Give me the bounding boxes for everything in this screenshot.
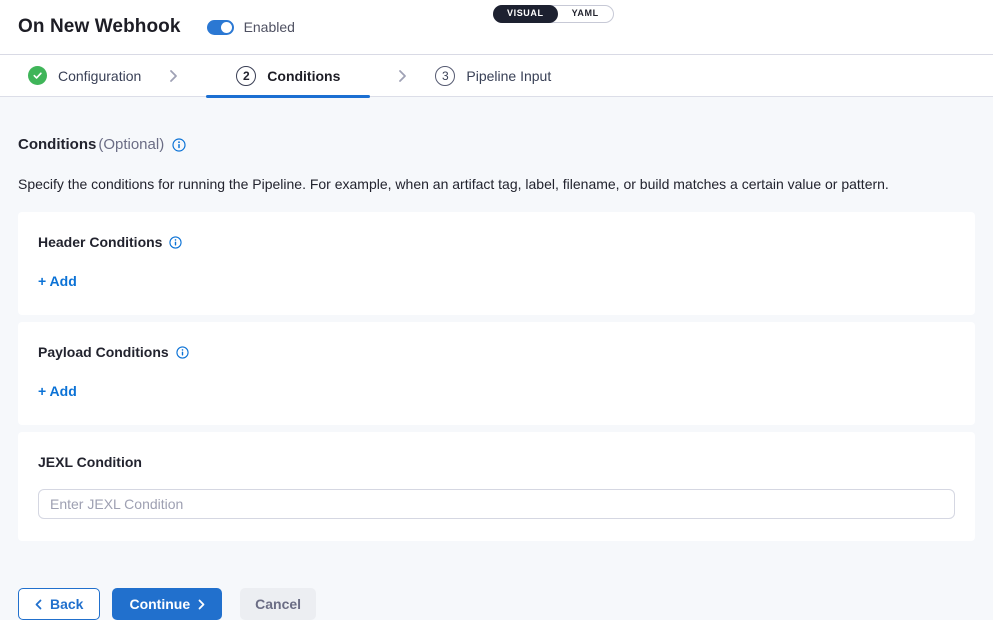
toggle-knob bbox=[221, 22, 232, 33]
enabled-toggle[interactable] bbox=[207, 20, 234, 35]
info-icon[interactable] bbox=[169, 236, 182, 249]
chevron-right-icon bbox=[198, 599, 205, 610]
chevron-right-icon bbox=[398, 69, 407, 83]
payload-conditions-card: Payload Conditions + Add bbox=[18, 322, 975, 425]
conditions-description: Specify the conditions for running the P… bbox=[18, 176, 975, 192]
tab-configuration-label: Configuration bbox=[58, 68, 141, 84]
info-icon[interactable] bbox=[176, 346, 189, 359]
step-2-number: 2 bbox=[236, 66, 256, 86]
tab-configuration[interactable]: Configuration bbox=[28, 55, 141, 97]
check-circle-icon bbox=[28, 66, 47, 85]
tab-pipeline-input[interactable]: 3 Pipeline Input bbox=[435, 55, 551, 97]
tab-conditions[interactable]: 2 Conditions bbox=[206, 55, 370, 97]
payload-conditions-add-button[interactable]: + Add bbox=[38, 383, 77, 399]
page-header: On New Webhook Enabled VISUAL YAML bbox=[0, 0, 993, 55]
enabled-toggle-group: Enabled bbox=[207, 19, 295, 35]
header-conditions-add-button[interactable]: + Add bbox=[38, 273, 77, 289]
visual-tab[interactable]: VISUAL bbox=[493, 5, 558, 23]
yaml-tab[interactable]: YAML bbox=[558, 5, 613, 23]
visual-yaml-toggle: VISUAL YAML bbox=[493, 5, 614, 23]
conditions-heading-title: Conditions bbox=[18, 136, 96, 153]
header-conditions-title: Header Conditions bbox=[38, 234, 162, 250]
back-button-label: Back bbox=[50, 596, 83, 612]
conditions-panel: Conditions (Optional) Specify the condit… bbox=[0, 97, 993, 620]
enabled-label: Enabled bbox=[244, 19, 295, 35]
continue-button[interactable]: Continue bbox=[112, 588, 222, 620]
cancel-button-label: Cancel bbox=[255, 596, 301, 612]
conditions-heading: Conditions (Optional) bbox=[18, 136, 975, 153]
page-title: On New Webhook bbox=[18, 16, 181, 38]
header-conditions-title-row: Header Conditions bbox=[38, 234, 955, 250]
continue-button-label: Continue bbox=[129, 596, 190, 612]
step-3-number: 3 bbox=[435, 66, 455, 86]
cancel-button[interactable]: Cancel bbox=[240, 588, 316, 620]
chevron-right-icon bbox=[169, 69, 178, 83]
jexl-condition-card: JEXL Condition bbox=[18, 432, 975, 541]
chevron-left-icon bbox=[35, 599, 42, 610]
header-conditions-card: Header Conditions + Add bbox=[18, 212, 975, 315]
payload-conditions-title-row: Payload Conditions bbox=[38, 344, 955, 360]
jexl-condition-title-row: JEXL Condition bbox=[38, 454, 955, 470]
wizard-footer: Back Continue Cancel bbox=[18, 588, 975, 620]
jexl-condition-title: JEXL Condition bbox=[38, 454, 142, 470]
wizard-stepper: Configuration 2 Conditions 3 Pipeline In… bbox=[0, 55, 993, 97]
tab-pipeline-input-label: Pipeline Input bbox=[466, 68, 551, 84]
tab-conditions-label: Conditions bbox=[267, 68, 340, 84]
info-icon[interactable] bbox=[172, 138, 186, 152]
payload-conditions-title: Payload Conditions bbox=[38, 344, 169, 360]
webhook-wizard-page: On New Webhook Enabled VISUAL YAML Confi… bbox=[0, 0, 993, 619]
back-button[interactable]: Back bbox=[18, 588, 100, 620]
conditions-heading-optional: (Optional) bbox=[98, 136, 164, 153]
jexl-condition-input[interactable] bbox=[38, 489, 955, 519]
